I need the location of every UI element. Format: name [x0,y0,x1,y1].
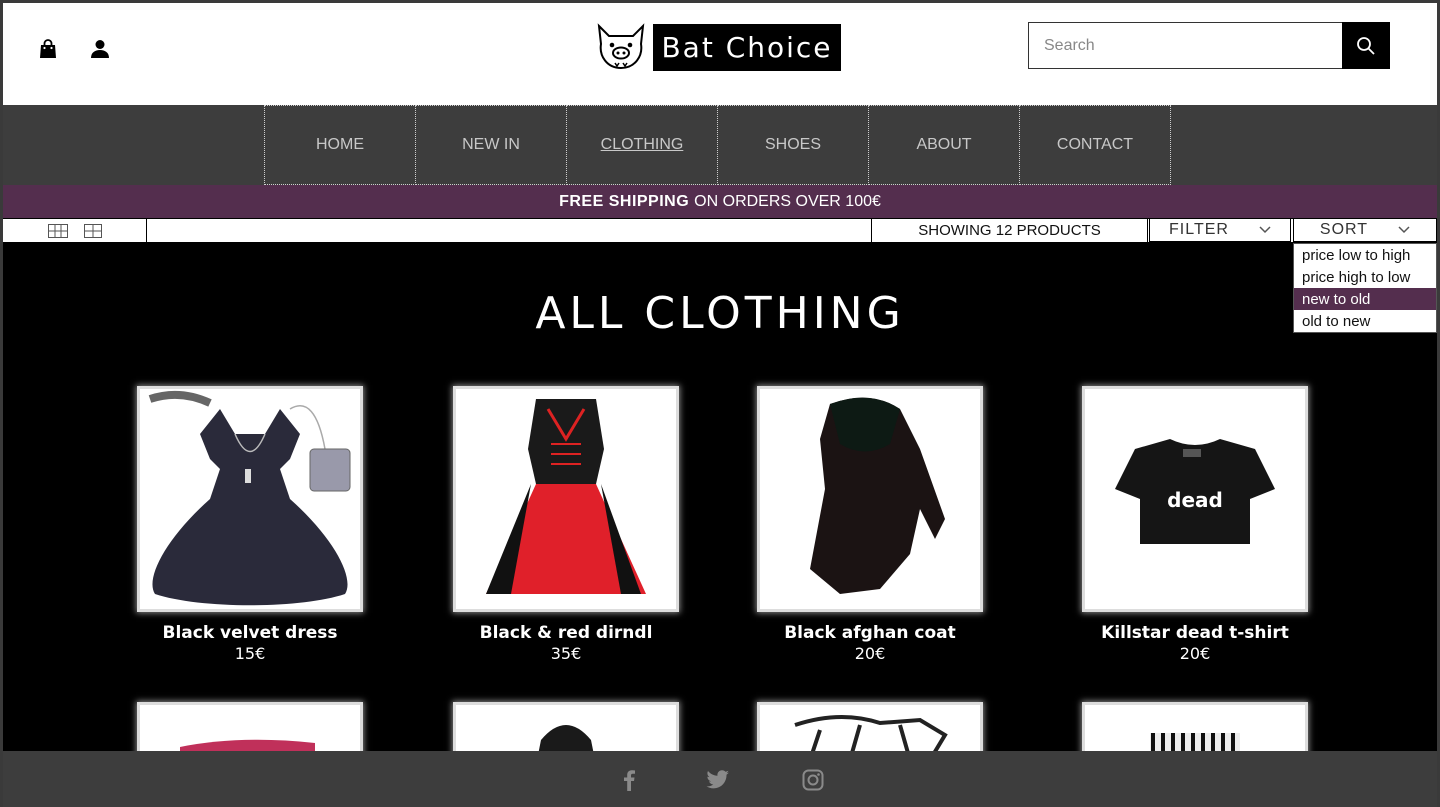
product-toolbar: SHOWING 12 PRODUCTS FILTER SORT [3,218,1437,243]
tshirt-print: dead [1167,488,1223,512]
sort-label: SORT [1319,221,1369,238]
product-price: 20€ [854,644,886,663]
sort-menu: price low to high price high to low new … [1293,243,1437,333]
filter-label: FILTER [1169,221,1229,238]
brand-name: Bat Choice [653,23,841,71]
product-price: 20€ [1179,644,1211,663]
search-box [1028,22,1343,69]
product-image[interactable] [456,705,676,751]
search-input[interactable] [1029,23,1342,68]
page-title: ALL CLOTHING [535,288,905,339]
product-listing: ALL CLOTHING Black velvet dress 15€ Blac… [3,243,1437,751]
search-icon [1357,36,1375,55]
sort-option-price-asc[interactable]: price low to high [1294,244,1436,266]
nav-item-home[interactable]: HOME [264,105,416,185]
product-name[interactable]: Black afghan coat [740,623,1000,643]
banner-strong: FREE SHIPPING [559,192,690,210]
product-name[interactable]: Killstar dead t-shirt [1065,623,1325,643]
sort-dropdown[interactable]: SORT [1293,219,1437,242]
product-image[interactable] [760,705,980,751]
sort-option-old-to-new[interactable]: old to new [1294,310,1436,332]
product-name[interactable]: Black & red dirndl [436,623,696,643]
product-image[interactable]: dead [1085,389,1305,609]
grid-toggle-group [3,219,147,242]
product-image[interactable] [140,389,360,609]
product-card[interactable]: Black afghan coat 20€ [740,389,1000,663]
shopping-bag-icon[interactable] [36,37,60,61]
grid-2-icon[interactable] [83,223,102,238]
user-icon[interactable] [88,37,112,61]
product-card[interactable]: dead Killstar dead t-shirt 20€ [1065,389,1325,663]
chevron-down-icon [1398,226,1410,234]
chevron-down-icon [1259,226,1271,234]
product-image[interactable] [456,389,676,609]
nav-item-new-in[interactable]: NEW IN [415,105,567,185]
product-image[interactable] [140,705,360,751]
nav-item-about[interactable]: ABOUT [868,105,1020,185]
nav-item-clothing[interactable]: CLOTHING [566,105,718,185]
filter-dropdown[interactable]: FILTER [1149,219,1291,242]
main-nav: HOME NEW IN CLOTHING SHOES ABOUT CONTACT [3,105,1437,185]
product-card[interactable]: Black & red dirndl 35€ [436,389,696,663]
brand-logo[interactable]: Bat Choice [593,22,841,72]
grid-3-icon[interactable] [47,223,68,238]
product-name[interactable]: Black velvet dress [120,623,380,643]
page-frame: Bat Choice HOME NEW IN CLOTHING SHOES AB… [0,0,1440,807]
facebook-icon[interactable] [616,767,642,793]
product-image[interactable] [1085,705,1305,751]
nav-item-contact[interactable]: CONTACT [1019,105,1171,185]
search-button[interactable] [1342,22,1390,69]
twitter-icon[interactable] [705,767,731,793]
product-count: SHOWING 12 PRODUCTS [871,219,1148,242]
site-footer [3,751,1437,807]
sort-option-price-desc[interactable]: price high to low [1294,266,1436,288]
product-price: 35€ [550,644,582,663]
nav-item-shoes[interactable]: SHOES [717,105,869,185]
banner-text: ON ORDERS OVER 100€ [694,192,881,210]
pig-bat-logo-icon [597,23,645,70]
product-card[interactable]: Black velvet dress 15€ [120,389,380,663]
site-header: Bat Choice [3,3,1437,105]
product-price: 15€ [234,644,266,663]
shipping-banner: FREE SHIPPING ON ORDERS OVER 100€ [3,185,1437,218]
instagram-icon[interactable] [800,767,826,793]
sort-option-new-to-old[interactable]: new to old [1294,288,1436,310]
product-image[interactable] [760,389,980,609]
